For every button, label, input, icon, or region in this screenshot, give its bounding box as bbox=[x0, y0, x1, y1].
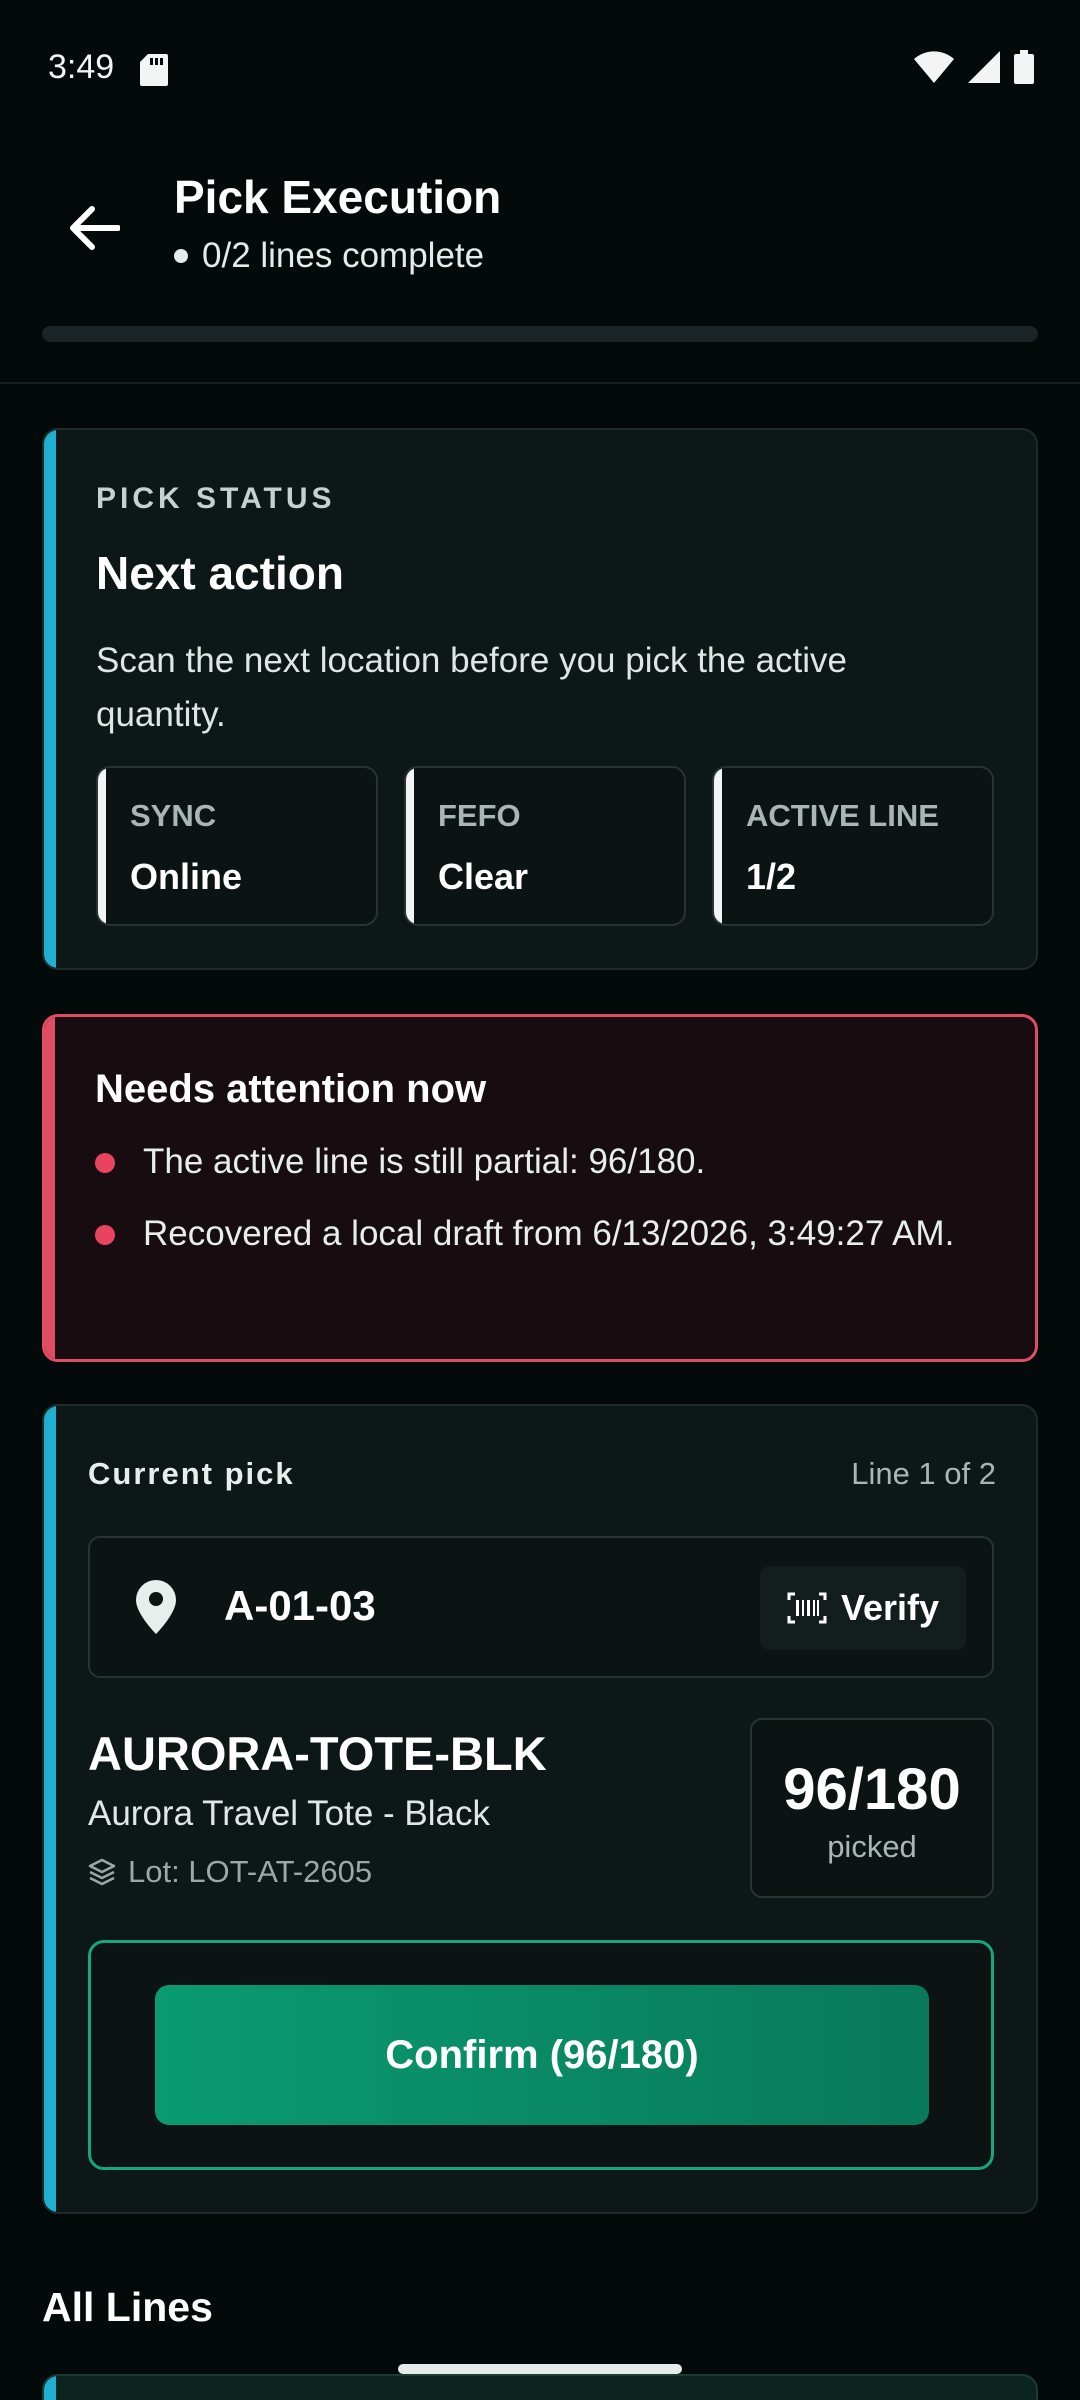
card-accent bbox=[44, 2376, 56, 2400]
pick-status-eyebrow: PICK STATUS bbox=[96, 482, 336, 515]
attention-item: Recovered a local draft from 6/13/2026, … bbox=[95, 1209, 995, 1259]
page-subtitle: 0/2 lines complete bbox=[174, 236, 484, 276]
attention-item: The active line is still partial: 96/180… bbox=[95, 1137, 995, 1187]
location-box: A-01-03 Verify bbox=[88, 1536, 994, 1678]
verify-button[interactable]: Verify bbox=[760, 1566, 966, 1650]
picked-label: picked bbox=[827, 1829, 917, 1864]
chip-sync: SYNC Online bbox=[96, 766, 378, 926]
card-accent bbox=[44, 430, 56, 968]
chip-value: 1/2 bbox=[746, 856, 797, 897]
wifi-icon bbox=[914, 51, 954, 83]
chip-value: Clear bbox=[438, 856, 529, 897]
next-action-title: Next action bbox=[96, 547, 344, 599]
status-chips: SYNC Online FEFO Clear ACTIVE LINE 1/2 bbox=[96, 766, 994, 926]
alert-accent bbox=[45, 1017, 55, 1359]
chip-active-line: ACTIVE LINE 1/2 bbox=[712, 766, 994, 926]
location-code: A-01-03 bbox=[224, 1582, 376, 1629]
battery-icon bbox=[1014, 50, 1034, 84]
sku-code: AURORA-TOTE-BLK bbox=[88, 1727, 547, 1780]
chip-fefo: FEFO Clear bbox=[404, 766, 686, 926]
line-info: Line 1 of 2 bbox=[851, 1456, 996, 1491]
chip-bar bbox=[714, 768, 722, 924]
verify-label: Verify bbox=[840, 1587, 940, 1628]
chip-value: Online bbox=[130, 856, 243, 897]
signal-icon bbox=[968, 51, 1000, 83]
alert-bullet bbox=[95, 1225, 115, 1245]
attention-text: The active line is still partial: 96/180… bbox=[143, 1142, 706, 1181]
next-action-description: Scan the next location before you pick t… bbox=[96, 641, 848, 734]
alert-bullet bbox=[95, 1153, 115, 1173]
app-bar: Pick Execution 0/2 lines complete bbox=[0, 150, 1080, 380]
confirm-container: Confirm (96/180) bbox=[88, 1940, 994, 2170]
chip-bar bbox=[406, 768, 414, 924]
card-accent bbox=[44, 1406, 56, 2212]
layers-icon bbox=[88, 1858, 116, 1886]
pick-status-card: PICK STATUS Next action Scan the next lo… bbox=[42, 428, 1038, 970]
all-lines-title: All Lines bbox=[42, 2284, 213, 2330]
lot-row: Lot: LOT-AT-2605 bbox=[88, 1854, 372, 1890]
chip-bar bbox=[98, 768, 106, 924]
lot-number: Lot: LOT-AT-2605 bbox=[128, 1854, 373, 1889]
status-time: 3:49 bbox=[48, 48, 115, 86]
quantity-box: 96/180 picked bbox=[750, 1718, 994, 1898]
page-title: Pick Execution bbox=[174, 171, 502, 223]
current-pick-heading: Current pick bbox=[88, 1456, 295, 1491]
header-divider bbox=[0, 382, 1080, 384]
confirm-button[interactable]: Confirm (96/180) bbox=[155, 1985, 929, 2125]
chip-label: SYNC bbox=[130, 798, 217, 833]
home-indicator[interactable] bbox=[398, 2364, 682, 2374]
barcode-icon bbox=[787, 1592, 827, 1624]
progress-bar bbox=[42, 326, 1038, 342]
product-name: Aurora Travel Tote - Black bbox=[88, 1794, 491, 1833]
status-bar: 3:49 bbox=[0, 0, 1080, 140]
current-pick-card: Current pick Line 1 of 2 A-01-03 Verify … bbox=[42, 1404, 1038, 2214]
attention-card: Needs attention now The active line is s… bbox=[42, 1014, 1038, 1362]
sd-card-icon bbox=[140, 54, 168, 86]
chip-label: ACTIVE LINE bbox=[746, 798, 939, 833]
status-dot bbox=[174, 249, 188, 263]
location-pin-icon bbox=[136, 1580, 176, 1634]
back-button[interactable] bbox=[56, 190, 132, 266]
lines-complete-text: 0/2 lines complete bbox=[202, 236, 485, 275]
attention-list: The active line is still partial: 96/180… bbox=[95, 1137, 995, 1281]
chip-label: FEFO bbox=[438, 798, 521, 833]
attention-title: Needs attention now bbox=[95, 1067, 487, 1111]
line-card[interactable] bbox=[42, 2374, 1038, 2400]
attention-text: Recovered a local draft from 6/13/2026, … bbox=[143, 1214, 955, 1253]
picked-quantity: 96/180 bbox=[783, 1757, 961, 1822]
back-arrow-icon bbox=[70, 206, 120, 250]
